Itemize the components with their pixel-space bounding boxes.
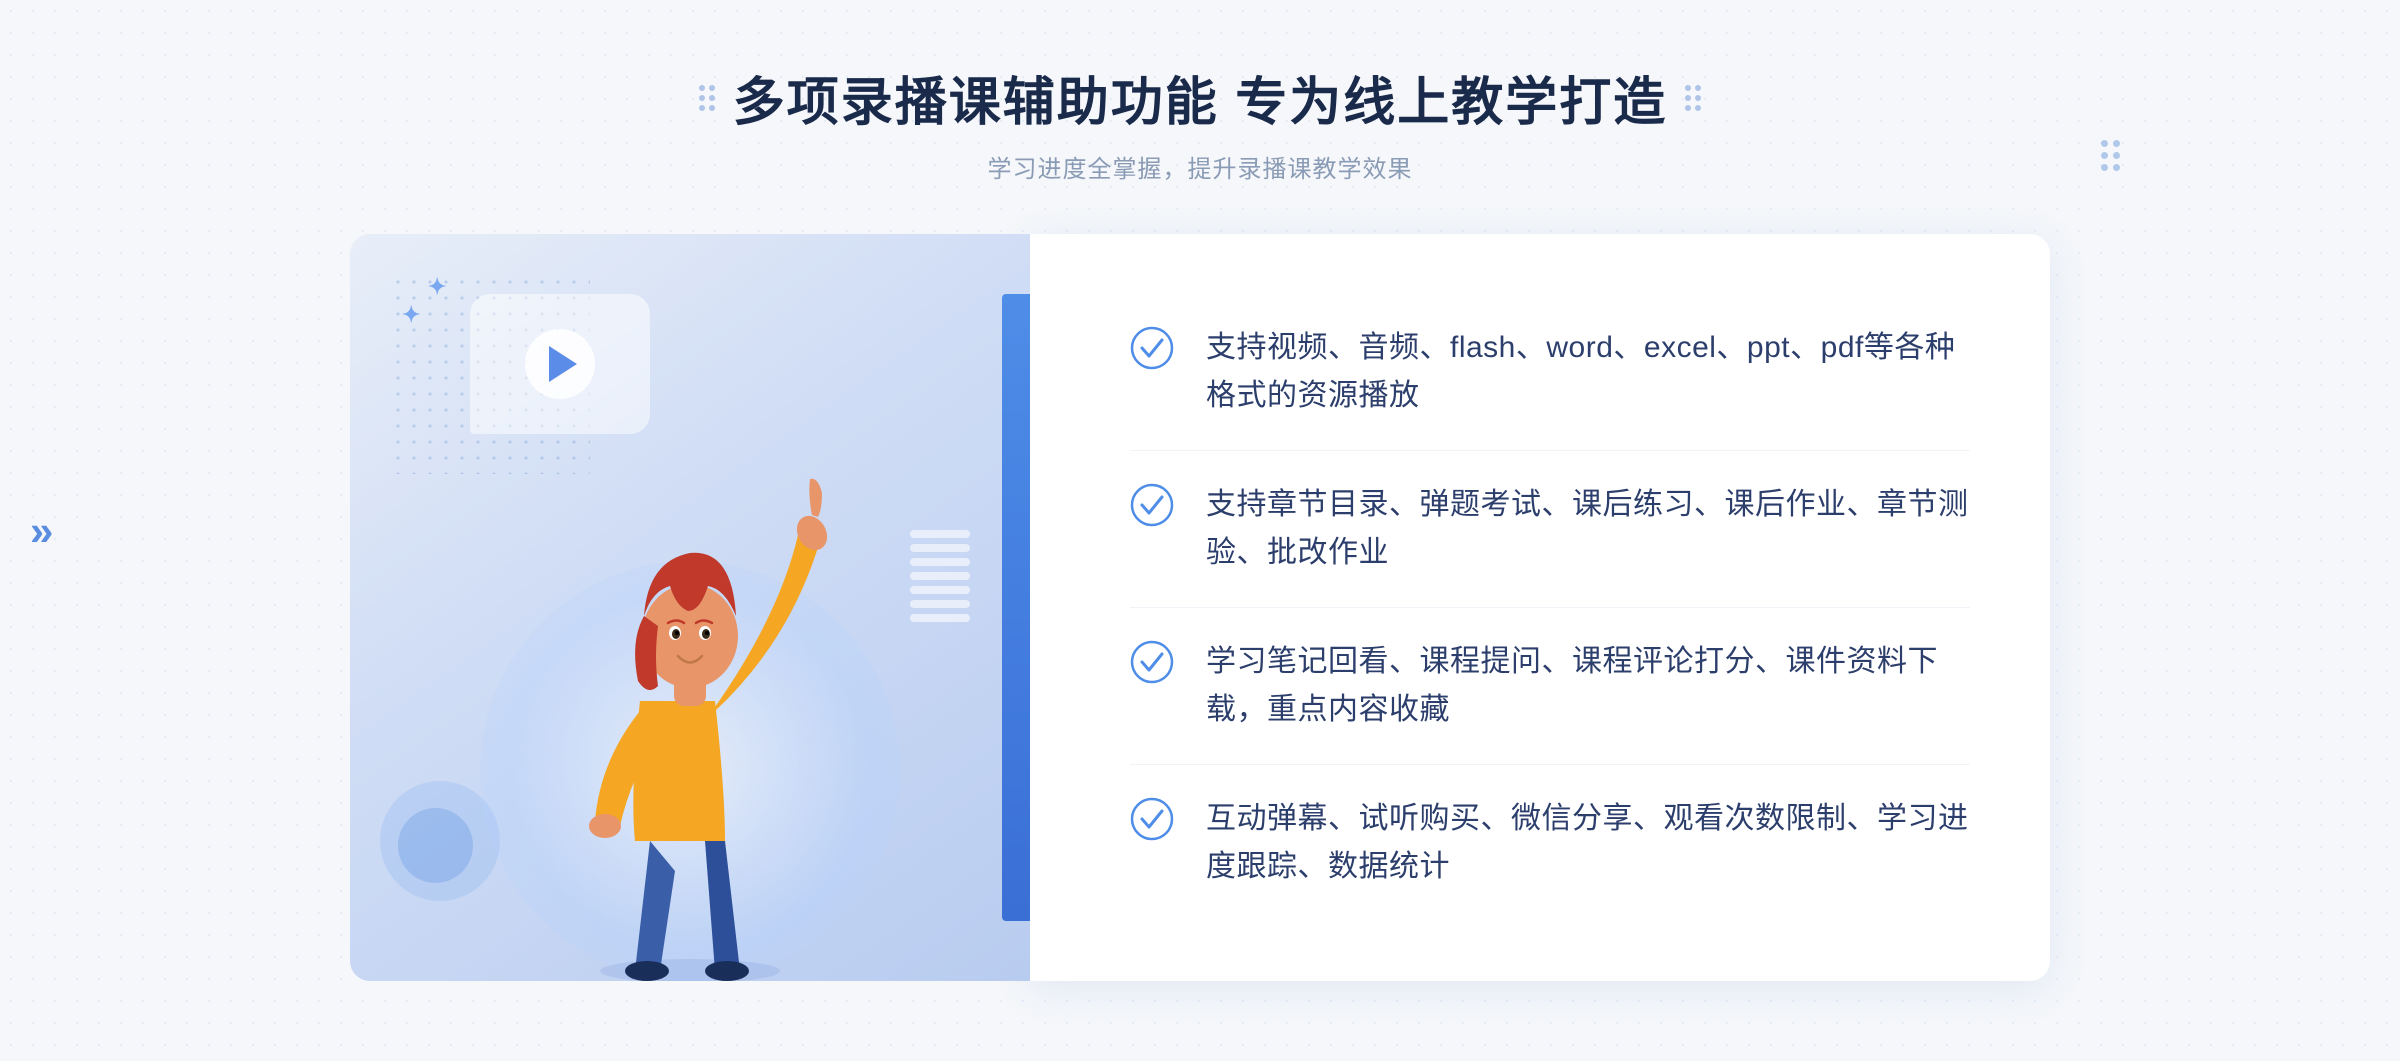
figure-illustration bbox=[540, 441, 840, 981]
sparkle-icon-2: ✦ bbox=[402, 302, 420, 328]
dots-icon-left bbox=[699, 85, 715, 111]
stripe-line-7 bbox=[910, 614, 970, 622]
feature-text-3: 学习笔记回看、课程提问、课程评论打分、课件资料下载，重点内容收藏 bbox=[1206, 638, 1970, 734]
feature-item-4: 互动弹幕、试听购买、微信分享、观看次数限制、学习进度跟踪、数据统计 bbox=[1130, 765, 1970, 921]
feature-text-2: 支持章节目录、弹题考试、课后练习、课后作业、章节测验、批改作业 bbox=[1206, 481, 1970, 577]
video-bubble bbox=[470, 294, 650, 434]
feature-text-1: 支持视频、音频、flash、word、excel、ppt、pdf等各种格式的资源… bbox=[1206, 324, 1970, 420]
header-section: 多项录播课辅助功能 专为线上教学打造 学习进度全掌握，提升录播课教学效果 bbox=[699, 60, 1701, 184]
feature-item-1: 支持视频、音频、flash、word、excel、ppt、pdf等各种格式的资源… bbox=[1130, 294, 1970, 451]
outer-deco-left: » bbox=[30, 507, 53, 555]
sparkle-icon-1: ✦ bbox=[428, 274, 446, 300]
page-wrapper: » 多项录播课辅助功能 专为线上教学打造 学习进度全掌握，提升录播课教学效果 bbox=[0, 0, 2400, 1061]
header-title-row: 多项录播课辅助功能 专为线上教学打造 bbox=[699, 60, 1701, 135]
stripe-line-2 bbox=[910, 544, 970, 552]
stripe-line-6 bbox=[910, 600, 970, 608]
check-icon-3 bbox=[1130, 640, 1174, 684]
content-area: ✦ ✦ bbox=[350, 234, 2050, 981]
circle-inner bbox=[398, 808, 473, 883]
stripe-line-4 bbox=[910, 572, 970, 580]
features-panel: 支持视频、音频、flash、word、excel、ppt、pdf等各种格式的资源… bbox=[1030, 234, 2050, 981]
check-icon-1 bbox=[1130, 326, 1174, 370]
blue-accent-bar bbox=[1002, 294, 1030, 921]
feature-item-3: 学习笔记回看、课程提问、课程评论打分、课件资料下载，重点内容收藏 bbox=[1130, 608, 1970, 765]
illustration-panel: ✦ ✦ bbox=[350, 234, 1030, 981]
play-triangle-icon bbox=[549, 346, 577, 382]
header-subtitle: 学习进度全掌握，提升录播课教学效果 bbox=[699, 149, 1701, 184]
outer-deco-right bbox=[2101, 140, 2120, 171]
deco-stripe bbox=[910, 530, 970, 660]
play-button bbox=[525, 329, 595, 399]
stripe-line-3 bbox=[910, 558, 970, 566]
stripe-line-1 bbox=[910, 530, 970, 538]
stripe-line-5 bbox=[910, 586, 970, 594]
feature-item-2: 支持章节目录、弹题考试、课后练习、课后作业、章节测验、批改作业 bbox=[1130, 451, 1970, 608]
dots-icon-right bbox=[1685, 85, 1701, 111]
check-icon-4 bbox=[1130, 797, 1174, 841]
main-title: 多项录播课辅助功能 专为线上教学打造 bbox=[733, 60, 1667, 135]
feature-text-4: 互动弹幕、试听购买、微信分享、观看次数限制、学习进度跟踪、数据统计 bbox=[1206, 795, 1970, 891]
check-icon-2 bbox=[1130, 483, 1174, 527]
